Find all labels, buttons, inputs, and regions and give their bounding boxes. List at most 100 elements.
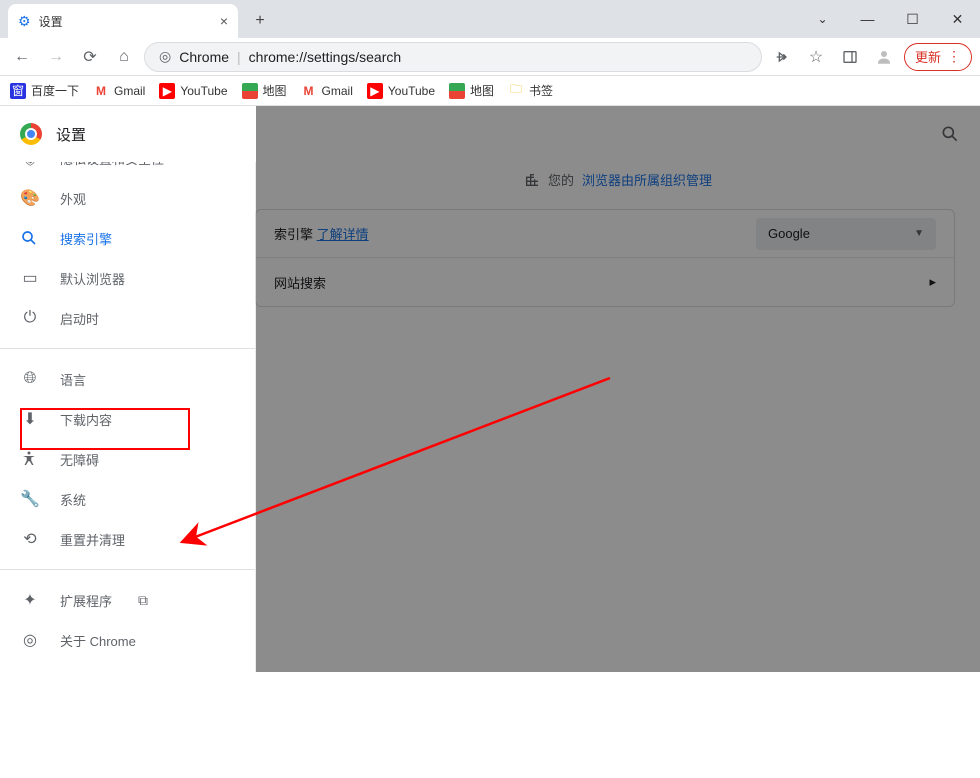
tab-title: 设置 (39, 13, 63, 30)
address-bar[interactable]: ◎ Chrome | chrome://settings/search (144, 42, 762, 72)
palette-icon: 🎨 (20, 188, 40, 208)
baidu-icon: 窗 (10, 83, 26, 99)
sidebar-item-startup[interactable]: ⏻ 启动时 (0, 298, 255, 338)
omnibox-divider: | (237, 49, 241, 65)
gear-icon: ⚙ (18, 13, 31, 30)
map-icon (449, 83, 465, 99)
gmail-icon: M (301, 83, 317, 99)
share-icon[interactable] (768, 43, 796, 71)
search-icon (20, 229, 40, 247)
sidebar-item-system[interactable]: 🔧 系统 (0, 479, 255, 519)
sidebar-item-label: 启动时 (60, 309, 99, 328)
bookmark-label: 书签 (529, 82, 553, 99)
sidebar-scroll[interactable]: 🛡 隐私设置和安全性 🎨 外观 搜索引擎 ▭ 默认浏览器 ⏻ 启动时 🌐︎ 语言 ⬇ 下载内… (0, 162, 256, 672)
sidebar-item-accessibility[interactable]: 无障碍 (0, 439, 255, 479)
home-button[interactable]: ⌂ (110, 43, 138, 71)
sidebar-item-about[interactable]: ◎ 关于 Chrome (0, 620, 255, 660)
shield-icon: 🛡 (20, 162, 40, 168)
bookmark-item[interactable]: ▶ YouTube (367, 83, 435, 99)
bookmark-item[interactable]: 地图 (449, 82, 494, 99)
gmail-icon: M (93, 83, 109, 99)
sidebar-item-reset[interactable]: ⟲ 重置并清理 (0, 519, 255, 559)
maximize-button[interactable]: ☐ (890, 4, 935, 34)
side-panel-icon[interactable] (836, 43, 864, 71)
content-area: 设置 🛡 隐私设置和安全性 🎨 外观 搜索引擎 ▭ 默认浏览器 ⏻ 启动时 🌐︎ 语言 ⬇… (0, 106, 980, 672)
reload-button[interactable]: ⟳ (76, 43, 104, 71)
browser-tab[interactable]: ⚙ 设置 × (8, 4, 238, 38)
tab-search-icon[interactable]: ⌄ (800, 4, 845, 34)
external-link-icon: ⧉ (138, 592, 148, 609)
omnibox-url: chrome://settings/search (249, 49, 402, 65)
sidebar-item-label: 语言 (60, 370, 86, 389)
sidebar-item-languages[interactable]: 🌐︎ 语言 (0, 359, 255, 399)
sidebar-separator (0, 348, 255, 349)
map-icon (242, 83, 258, 99)
bookmark-item[interactable]: ▶ YouTube (159, 83, 227, 99)
sidebar-item-appearance[interactable]: 🎨 外观 (0, 178, 255, 218)
bookmark-label: Gmail (114, 84, 145, 98)
sidebar-item-downloads[interactable]: ⬇ 下载内容 (0, 399, 255, 439)
settings-sidebar: 设置 🛡 隐私设置和安全性 🎨 外观 搜索引擎 ▭ 默认浏览器 ⏻ 启动时 🌐︎ 语言 ⬇… (0, 106, 256, 672)
sidebar-item-label: 搜索引擎 (60, 229, 112, 248)
power-icon: ⏻ (20, 309, 40, 327)
minimize-button[interactable]: — (845, 4, 890, 34)
browser-icon: ▭ (20, 268, 40, 288)
sidebar-item-label: 隐私设置和安全性 (60, 162, 164, 168)
settings-main: 您的浏览器由所属组织管理 索引擎 了解详情 Google ▼ 网站搜索 ▸ (256, 106, 980, 672)
bookmark-folder[interactable]: 🗀 书签 (508, 82, 553, 99)
sidebar-title: 设置 (56, 124, 86, 145)
youtube-icon: ▶ (367, 83, 383, 99)
bookmark-label: YouTube (388, 84, 435, 98)
update-button[interactable]: 更新 ⋮ (904, 43, 972, 71)
menu-dots-icon: ⋮ (947, 48, 961, 65)
puzzle-icon: ✦ (20, 590, 40, 610)
forward-button[interactable]: → (42, 43, 70, 71)
bookmark-item[interactable]: M Gmail (301, 83, 353, 99)
sidebar-item-search-engine[interactable]: 搜索引擎 (0, 218, 255, 258)
site-info-icon[interactable]: ◎ (159, 48, 171, 65)
globe-icon: 🌐︎ (20, 370, 40, 388)
profile-icon[interactable] (870, 43, 898, 71)
sidebar-item-label: 重置并清理 (60, 530, 125, 549)
dim-overlay (256, 106, 980, 672)
bookmark-item[interactable]: M Gmail (93, 83, 145, 99)
window-controls: ⌄ — ☐ ✕ (800, 0, 980, 38)
bookmark-label: Gmail (322, 84, 353, 98)
bookmark-label: 地图 (470, 82, 494, 99)
chrome-logo-icon (20, 123, 42, 145)
bookmark-star-icon[interactable]: ☆ (802, 43, 830, 71)
sidebar-item-extensions[interactable]: ✦ 扩展程序 ⧉ (0, 580, 255, 620)
sidebar-item-privacy[interactable]: 🛡 隐私设置和安全性 (0, 162, 255, 178)
sidebar-item-label: 默认浏览器 (60, 269, 125, 288)
accessibility-icon (20, 450, 40, 468)
wrench-icon: 🔧 (20, 489, 40, 509)
chrome-icon: ◎ (20, 630, 40, 650)
sidebar-item-label: 系统 (60, 490, 86, 509)
bookmark-label: 地图 (263, 82, 287, 99)
update-label: 更新 (915, 47, 941, 66)
close-window-button[interactable]: ✕ (935, 4, 980, 34)
bookmark-item[interactable]: 地图 (242, 82, 287, 99)
folder-icon: 🗀 (508, 83, 524, 99)
omnibox-prefix: Chrome (179, 49, 229, 65)
sidebar-separator (0, 569, 255, 570)
sidebar-item-label: 外观 (60, 189, 86, 208)
plus-icon: + (255, 12, 264, 30)
sidebar-item-label: 关于 Chrome (60, 631, 136, 650)
sidebar-item-label: 下载内容 (60, 410, 112, 429)
bookmark-label: YouTube (180, 84, 227, 98)
bookmark-label: 百度一下 (31, 82, 79, 99)
youtube-icon: ▶ (159, 83, 175, 99)
download-icon: ⬇ (20, 409, 40, 429)
back-button[interactable]: ← (8, 43, 36, 71)
sidebar-item-label: 扩展程序 (60, 591, 112, 610)
sidebar-item-label: 无障碍 (60, 450, 99, 469)
bookmarks-bar: 窗百度一下 M Gmail ▶ YouTube 地图 M Gmail ▶ YouTube… (0, 76, 980, 106)
sidebar-header: 设置 (0, 106, 256, 162)
sidebar-item-default-browser[interactable]: ▭ 默认浏览器 (0, 258, 255, 298)
bookmark-item[interactable]: 窗百度一下 (10, 82, 79, 99)
close-tab-icon[interactable]: × (220, 13, 228, 29)
reset-icon: ⟲ (20, 529, 40, 549)
new-tab-button[interactable]: + (246, 7, 274, 35)
toolbar: ← → ⟳ ⌂ ◎ Chrome | chrome://settings/sea… (0, 38, 980, 76)
